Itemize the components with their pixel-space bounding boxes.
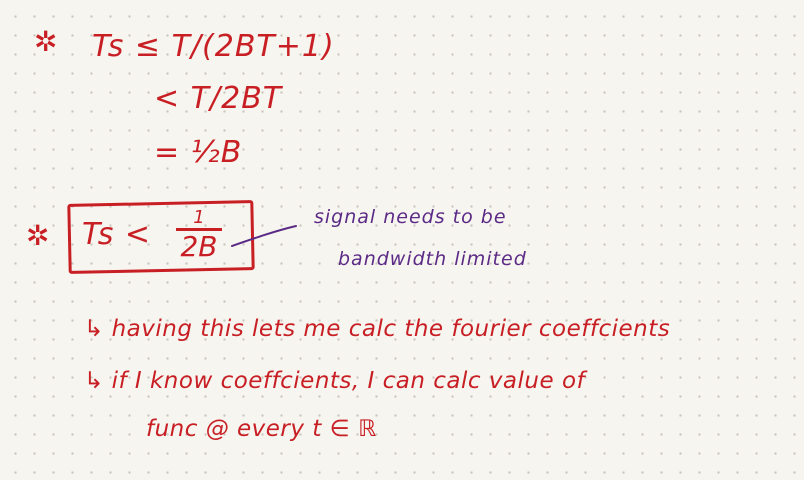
note-line-3: func @ every t ∈ ℝ (146, 416, 377, 442)
note-line-1: ↳ having this lets me calc the fourier c… (84, 316, 671, 342)
connector-line (231, 225, 297, 247)
note-line-2: ↳ if I know coeffcients, I can calc valu… (84, 368, 586, 394)
annotation-line-2: bandwidth limited (338, 248, 527, 270)
annotation-line-1: signal needs to be (314, 206, 507, 228)
